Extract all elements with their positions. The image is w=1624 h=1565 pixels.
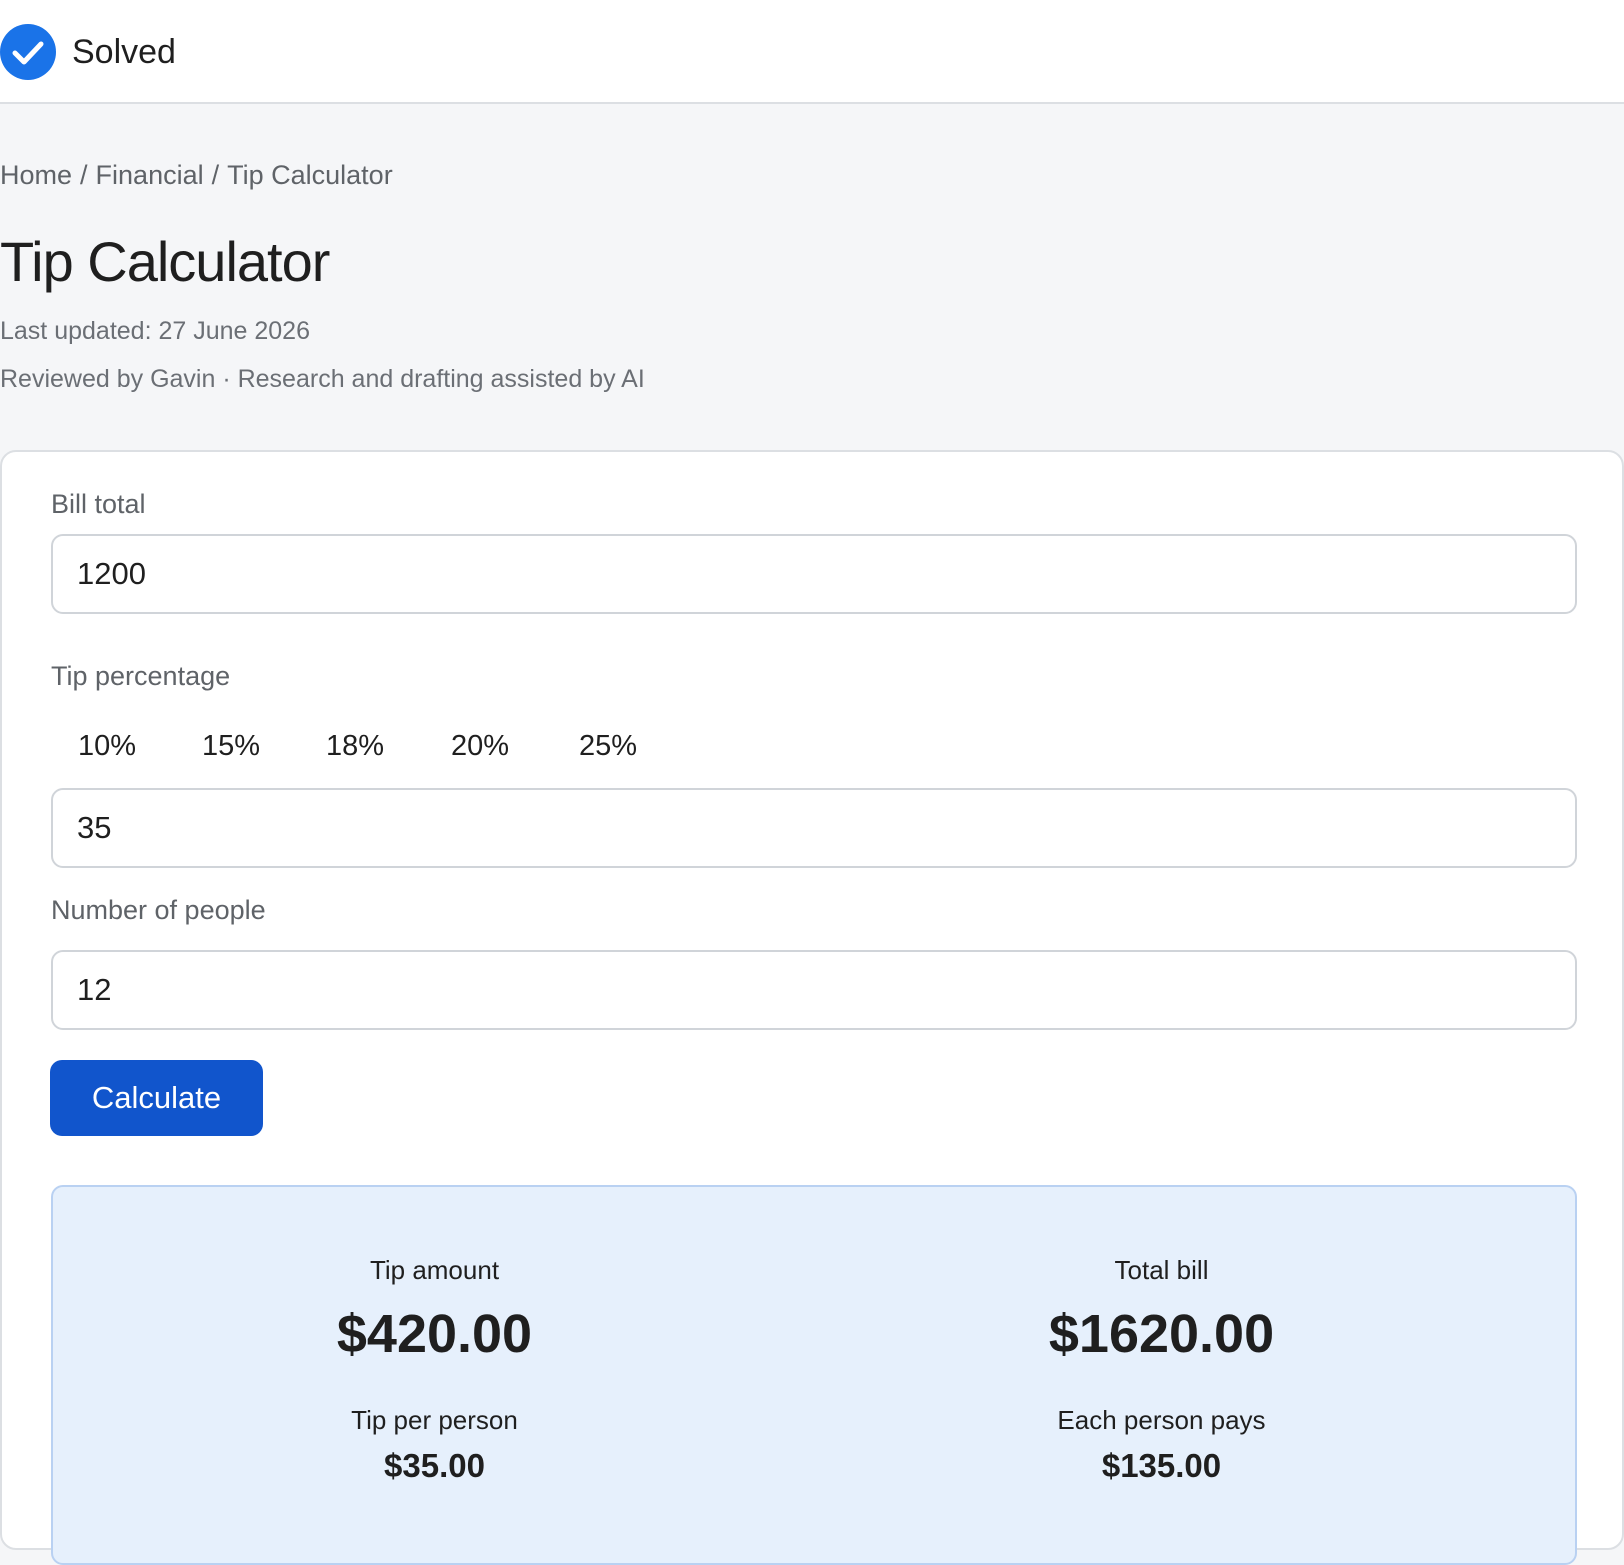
top-bar: Solved bbox=[0, 0, 1624, 104]
check-circle-icon bbox=[0, 24, 56, 80]
people-label: Number of people bbox=[51, 895, 266, 925]
people-input[interactable] bbox=[51, 950, 1577, 1030]
each-person-pays-value: $135.00 bbox=[1101, 1447, 1222, 1484]
bill-total-label: Bill total bbox=[51, 489, 146, 519]
tip-per-person-label: Tip per person bbox=[351, 1405, 518, 1435]
results-panel: Tip amount $420.00 Tip per person $35.00… bbox=[51, 1185, 1577, 1565]
tip-preset-10[interactable]: 10% bbox=[78, 724, 136, 768]
calculator-card: Bill total Tip percentage 10% 15% 18% 20… bbox=[0, 450, 1624, 1565]
total-bill-label: Total bill bbox=[1114, 1255, 1209, 1285]
breadcrumb-current: Tip Calculator bbox=[227, 160, 393, 190]
reviewed-by: Reviewed by Gavin · Research and draftin… bbox=[0, 365, 645, 393]
tip-preset-25[interactable]: 25% bbox=[579, 724, 637, 768]
each-person-pays-label: Each person pays bbox=[1057, 1405, 1266, 1435]
breadcrumb-separator: / bbox=[211, 160, 220, 190]
page-title: Tip Calculator bbox=[0, 230, 330, 293]
tip-preset-18[interactable]: 18% bbox=[326, 724, 384, 768]
calculate-button[interactable]: Calculate bbox=[50, 1060, 263, 1136]
tip-amount-label: Tip amount bbox=[369, 1255, 500, 1285]
breadcrumb-financial[interactable]: Financial bbox=[96, 160, 204, 190]
tip-per-person-value: $35.00 bbox=[384, 1447, 485, 1484]
tip-percentage-label: Tip percentage bbox=[51, 661, 231, 691]
tip-amount-value: $420.00 bbox=[336, 1304, 533, 1364]
status-label: Solved bbox=[72, 33, 176, 71]
breadcrumb: Home / Financial / Tip Calculator bbox=[0, 157, 393, 193]
breadcrumb-home[interactable]: Home bbox=[0, 160, 72, 190]
last-updated: Last updated: 27 June 2026 bbox=[0, 317, 310, 345]
tip-percentage-input[interactable] bbox=[51, 788, 1577, 868]
total-bill-value: $1620.00 bbox=[1048, 1304, 1275, 1364]
bill-total-input[interactable] bbox=[51, 534, 1577, 614]
tip-preset-20[interactable]: 20% bbox=[451, 724, 509, 768]
tip-preset-15[interactable]: 15% bbox=[202, 724, 260, 768]
breadcrumb-separator: / bbox=[80, 160, 88, 190]
